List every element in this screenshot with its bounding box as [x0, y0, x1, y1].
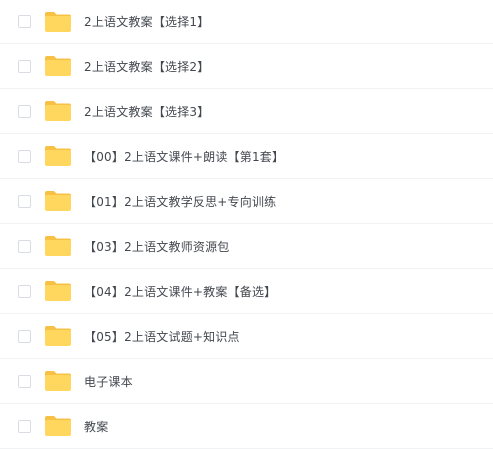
row-checkbox[interactable]	[18, 104, 31, 118]
folder-icon	[44, 325, 72, 347]
row-checkbox[interactable]	[18, 419, 31, 433]
row-checkbox[interactable]	[18, 15, 31, 28]
file-row[interactable]: 2上语文教案【选择3】	[0, 89, 493, 134]
file-row[interactable]: 【05】2上语文试题+知识点	[0, 314, 493, 359]
folder-icon	[44, 235, 72, 257]
file-row[interactable]: 【03】2上语文教师资源包	[0, 224, 493, 269]
file-name[interactable]: 【05】2上语文试题+知识点	[84, 328, 240, 345]
folder-icon	[44, 100, 72, 122]
file-list: 2上语文教案【选择1】 2上语文教案【选择2】 2上语文教案【选择3】 【00】…	[0, 0, 493, 449]
file-row[interactable]: 【00】2上语文课件+朗读【第1套】	[0, 134, 493, 179]
file-name[interactable]: 【04】2上语文课件+教案【备选】	[84, 283, 276, 300]
row-checkbox[interactable]	[18, 59, 31, 73]
folder-icon	[44, 280, 72, 302]
file-row[interactable]: 【01】2上语文教学反思+专向训练	[0, 179, 493, 224]
file-row[interactable]: 电子课本	[0, 359, 493, 404]
folder-icon	[44, 11, 72, 33]
file-row[interactable]: 【04】2上语文课件+教案【备选】	[0, 269, 493, 314]
file-name[interactable]: 电子课本	[84, 373, 133, 390]
file-row[interactable]: 教案	[0, 404, 493, 449]
folder-icon	[44, 55, 72, 77]
row-checkbox[interactable]	[18, 239, 31, 253]
row-checkbox[interactable]	[18, 374, 31, 388]
file-row[interactable]: 2上语文教案【选择2】	[0, 44, 493, 89]
file-name[interactable]: 【00】2上语文课件+朗读【第1套】	[84, 148, 284, 165]
file-name[interactable]: 【01】2上语文教学反思+专向训练	[84, 193, 276, 210]
folder-icon	[44, 190, 72, 212]
folder-icon	[44, 145, 72, 167]
file-name[interactable]: 2上语文教案【选择2】	[84, 58, 209, 75]
file-name[interactable]: 【03】2上语文教师资源包	[84, 238, 230, 255]
row-checkbox[interactable]	[18, 149, 31, 163]
row-checkbox[interactable]	[18, 329, 31, 343]
file-name[interactable]: 教案	[84, 418, 108, 435]
row-checkbox[interactable]	[18, 194, 31, 208]
folder-icon	[44, 415, 72, 437]
file-name[interactable]: 2上语文教案【选择1】	[84, 13, 209, 30]
row-checkbox[interactable]	[18, 284, 31, 298]
file-name[interactable]: 2上语文教案【选择3】	[84, 103, 209, 120]
folder-icon	[44, 370, 72, 392]
file-row[interactable]: 2上语文教案【选择1】	[0, 0, 493, 44]
